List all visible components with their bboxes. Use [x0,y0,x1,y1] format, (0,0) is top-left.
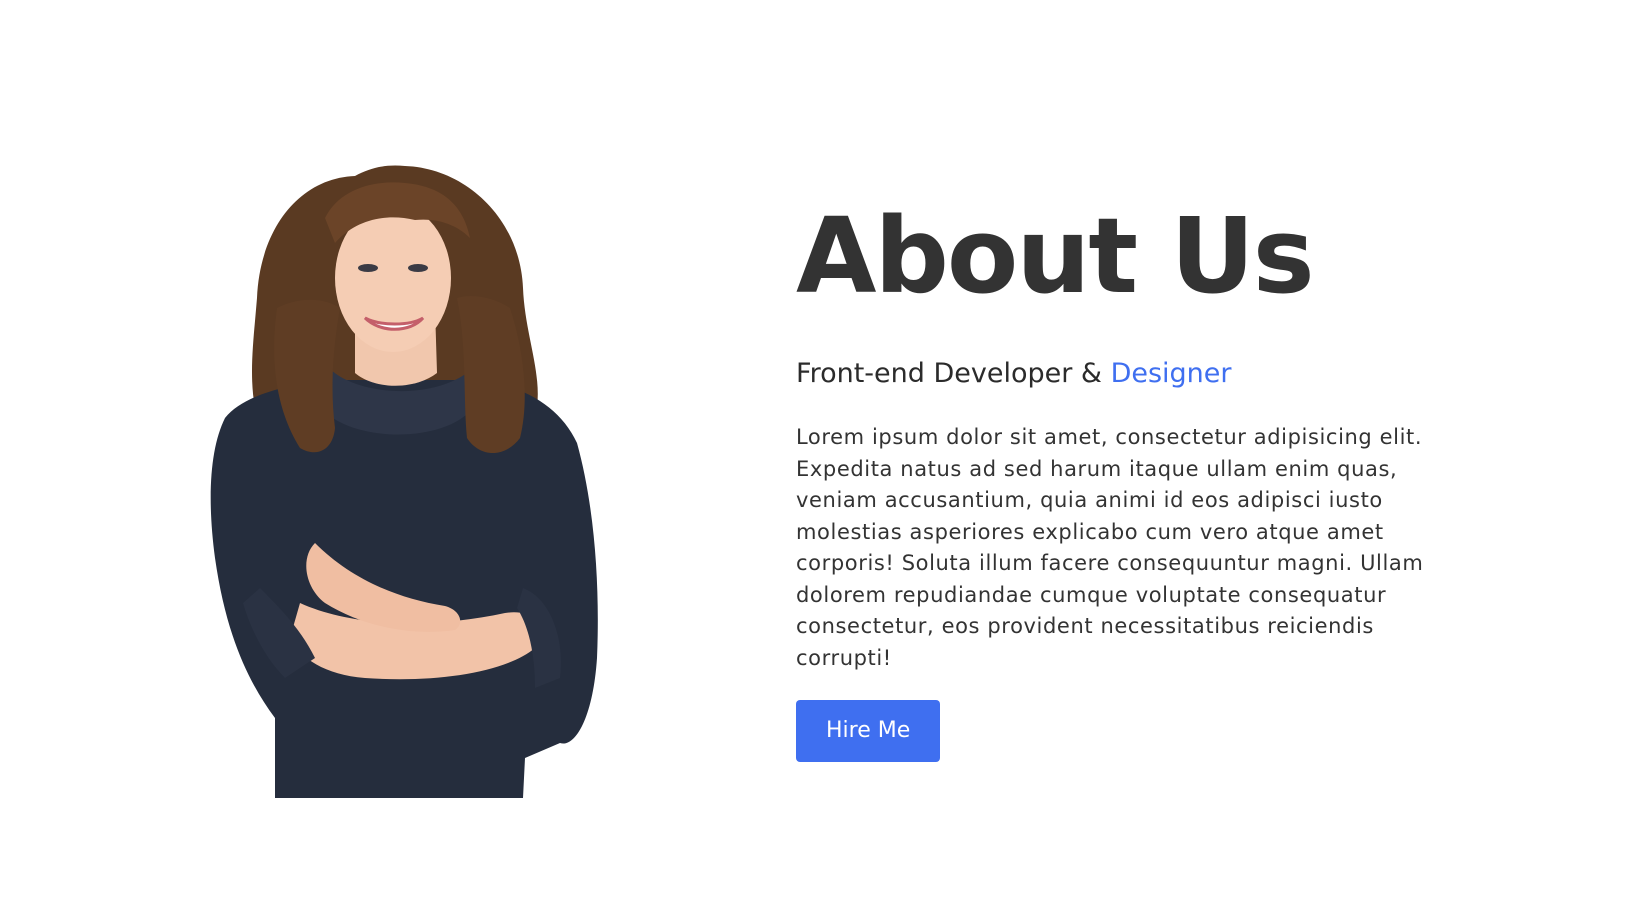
role-subtitle: Front-end Developer & Designer [796,356,1496,392]
about-description: Lorem ipsum dolor sit amet, consectetur … [796,425,1424,670]
about-section: About Us Front-end Developer & Designer … [0,0,1637,921]
page-title: About Us [796,195,1315,317]
about-content: About Us Front-end Developer & Designer … [796,196,1496,762]
hire-me-button[interactable]: Hire Me [796,700,941,762]
profile-photo [205,158,625,798]
role-highlight: Designer [1110,358,1232,389]
role-prefix: Front-end Developer & [796,358,1111,389]
